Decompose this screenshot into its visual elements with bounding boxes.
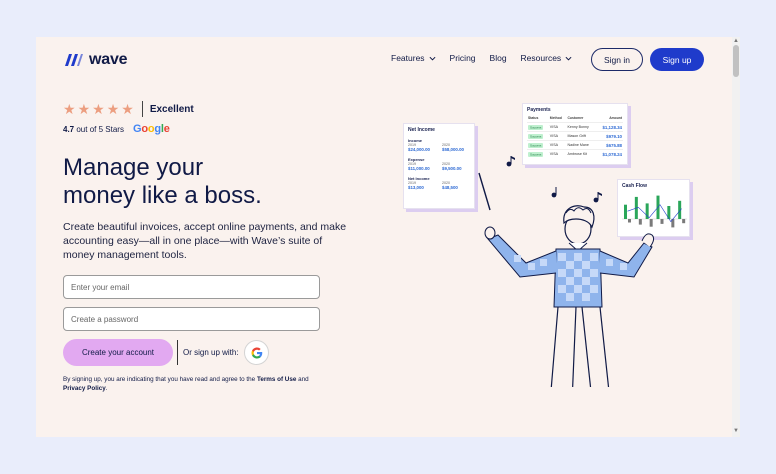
- star-icon: ★: [121, 101, 134, 117]
- expense-section: Expense 2019 2020 $11,000.00 $9,500.00: [408, 157, 470, 171]
- payment-customer: Mason Grift: [566, 131, 596, 141]
- star-rating: ★ ★ ★ ★ ★: [63, 102, 134, 116]
- terms-and: and: [296, 376, 309, 383]
- wave-logo-icon: [65, 54, 83, 66]
- net-income-card-title: Net Income: [408, 127, 435, 133]
- status-badge: Success: [528, 142, 544, 148]
- rating-score-suffix: out of 5 Stars: [76, 124, 124, 134]
- payment-method: VISA: [548, 131, 567, 141]
- chevron-down-icon: [429, 56, 436, 61]
- payment-method: VISA: [548, 122, 567, 132]
- hero-description: Create beautiful invoices, accept online…: [63, 221, 347, 261]
- rating-score-line: 4.7 out of 5 Stars Google: [63, 123, 170, 135]
- expense-value1: $11,000.00: [408, 166, 430, 171]
- rating-score-text: 4.7 out of 5 Stars: [63, 125, 124, 134]
- rating-row: ★ ★ ★ ★ ★ Excellent: [63, 101, 194, 117]
- status-badge: Success: [528, 124, 544, 130]
- payment-amount: $979.10: [595, 131, 623, 141]
- scroll-down-arrow-icon[interactable]: ▼: [733, 428, 739, 434]
- net-income-card: Net Income Income 2019 2020 $24,000.00 $58…: [403, 123, 475, 209]
- star-icon: ★: [92, 101, 105, 117]
- password-input[interactable]: [63, 307, 320, 331]
- payments-table: Status Method Customer Amount Success VI…: [527, 116, 623, 158]
- main-nav: Features Pricing Blog Resources: [391, 53, 572, 63]
- payments-card-title: Payments: [527, 107, 551, 113]
- hero-title-line1: Manage your: [63, 154, 204, 181]
- email-input[interactable]: [63, 275, 320, 299]
- expense-value2: $9,500.00: [442, 166, 462, 171]
- nav-features[interactable]: Features: [391, 53, 436, 63]
- wave-logo[interactable]: wave: [63, 51, 128, 69]
- conductor-illustration: [478, 156, 655, 387]
- terms-of-use-link[interactable]: Terms of Use: [257, 376, 296, 383]
- rating-label: Excellent: [149, 103, 194, 115]
- payment-amount: $1,128.34: [595, 122, 623, 132]
- terms-text: By signing up, you are indicating that y…: [63, 375, 318, 393]
- create-account-button[interactable]: Create your account: [63, 339, 173, 366]
- table-row: Success VISA Mason Grift $979.10: [527, 131, 623, 141]
- payment-customer: Kenny Bonny: [566, 122, 596, 132]
- nav-blog[interactable]: Blog: [490, 53, 507, 63]
- income-value2: $58,000.00: [442, 147, 464, 152]
- rating-score: 4.7: [63, 124, 75, 134]
- hero-title: Manage your money like a boss.: [63, 154, 363, 210]
- google-icon: [251, 347, 262, 358]
- payment-method: VISA: [548, 140, 567, 150]
- sign-up-button[interactable]: Sign up: [650, 48, 704, 71]
- nav-pricing-label: Pricing: [449, 53, 476, 63]
- nav-resources-label: Resources: [520, 53, 562, 63]
- scrollbar-thumb[interactable]: [733, 45, 739, 77]
- income-value1: $24,000.00: [408, 147, 430, 152]
- google-logo: Google: [132, 123, 170, 135]
- music-note-icon: [506, 156, 602, 203]
- star-icon: ★: [77, 101, 91, 117]
- outflow-bar: [682, 219, 686, 224]
- sign-in-button[interactable]: Sign in: [591, 48, 643, 71]
- nav-resources[interactable]: Resources: [521, 53, 573, 63]
- nav-pricing[interactable]: Pricing: [450, 53, 476, 63]
- browser-viewport: wave Features Pricing Blog Resources Sig…: [36, 37, 732, 437]
- table-row: Success VISA Kenny Bonny $1,128.34: [527, 122, 623, 132]
- signup-divider: [177, 340, 178, 365]
- terms-prefix: By signing up, you are indicating that y…: [63, 376, 257, 383]
- nav-blog-label: Blog: [489, 53, 507, 63]
- hero-title-line2: money like a boss.: [63, 182, 262, 209]
- status-badge: Success: [528, 133, 544, 139]
- google-signup-button[interactable]: [244, 340, 269, 365]
- net-income-value2: $48,500: [442, 185, 458, 190]
- star-icon: ★: [106, 101, 120, 117]
- rating-divider: [141, 101, 143, 117]
- payment-amount: $675.88: [595, 140, 623, 150]
- net-income-value1: $13,000: [408, 185, 424, 190]
- net-income-section: Net Income 2019 2020 $13,000 $48,500: [408, 176, 470, 190]
- scroll-up-arrow-icon[interactable]: ▲: [733, 38, 739, 44]
- payment-customer: Nadine Mane: [566, 140, 596, 150]
- star-icon: ★: [63, 101, 76, 117]
- table-row: Success VISA Nadine Mane $675.88: [527, 140, 623, 150]
- vertical-scrollbar[interactable]: [732, 37, 740, 437]
- terms-suffix: .: [105, 385, 108, 392]
- brand-name: wave: [89, 51, 128, 68]
- privacy-policy-link[interactable]: Privacy Policy: [63, 385, 106, 392]
- or-sign-up-label: Or sign up with:: [183, 348, 239, 357]
- chevron-down-icon: [565, 56, 572, 61]
- income-section: Income 2019 2020 $24,000.00 $58,000.00: [408, 138, 470, 152]
- nav-features-label: Features: [391, 53, 425, 63]
